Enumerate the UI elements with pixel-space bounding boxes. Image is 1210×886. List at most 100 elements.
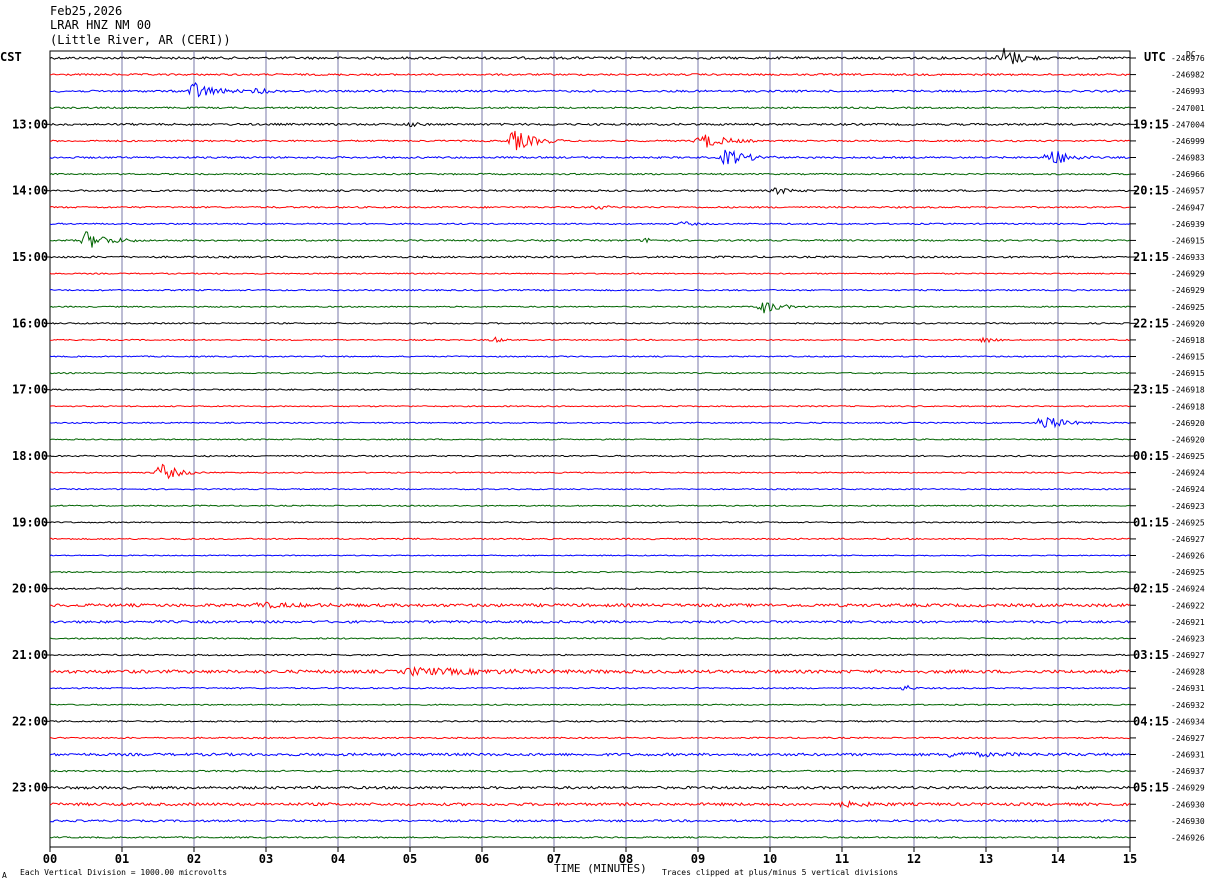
x-tick-label: 13 — [979, 852, 993, 866]
dc-offset-label: -246920 — [1171, 419, 1205, 428]
x-tick-label: 15 — [1123, 852, 1137, 866]
dc-offset-label: -246931 — [1171, 684, 1205, 693]
right-hour-label: 19:15 — [1133, 117, 1169, 131]
trace-row — [49, 751, 1131, 758]
dc-offset-label: -246924 — [1171, 585, 1205, 594]
trace-row — [49, 149, 1131, 166]
right-hour-label: 23:15 — [1133, 383, 1169, 397]
plot-frame — [49, 50, 1131, 848]
left-hour-label: 22:00 — [12, 714, 48, 728]
dc-offset-label: -246929 — [1171, 784, 1205, 793]
trace-row — [49, 231, 1131, 248]
x-tick-label: 10 — [763, 852, 777, 866]
trace-row — [49, 405, 1131, 408]
trace-row — [49, 172, 1131, 176]
trace-row — [49, 302, 1131, 314]
dc-offset-label: -246934 — [1171, 717, 1205, 726]
dc-offset-label: -246999 — [1171, 137, 1205, 146]
x-tick-label: 01 — [115, 852, 129, 866]
dc-offset-label: -246924 — [1171, 469, 1205, 478]
dc-offset-label: -246931 — [1171, 751, 1205, 760]
trace-row — [49, 106, 1131, 110]
x-tick-label: 02 — [187, 852, 201, 866]
right-hour-label: 22:15 — [1133, 316, 1169, 330]
left-hour-label: 23:00 — [12, 781, 48, 795]
x-tick-label: 12 — [907, 852, 921, 866]
dc-offset-label: -246915 — [1171, 369, 1205, 378]
right-hour-label: 02:15 — [1133, 582, 1169, 596]
dc-offset-label: -246923 — [1171, 634, 1205, 643]
left-hour-label: 14:00 — [12, 184, 48, 198]
scale-note: Each Vertical Division = 1000.00 microvo… — [20, 868, 228, 877]
dc-offset-label: -246982 — [1171, 71, 1205, 80]
dc-offset-label: -246927 — [1171, 734, 1205, 743]
trace-row — [49, 665, 1131, 677]
x-tick-label: 09 — [691, 852, 705, 866]
left-hour-label: 15:00 — [12, 250, 48, 264]
trace-row — [49, 121, 1131, 128]
x-tick-label: 14 — [1051, 852, 1065, 866]
trace-row — [50, 82, 1131, 98]
dc-offset-label: -246920 — [1171, 435, 1205, 444]
trace-row — [49, 388, 1131, 392]
dc-offset-label: -246925 — [1171, 303, 1205, 312]
right-hour-label: 01:15 — [1133, 515, 1169, 529]
trace-row — [49, 130, 1131, 151]
x-tick-label: 00 — [43, 852, 57, 866]
dc-offset-label: -246921 — [1171, 618, 1205, 627]
trace-row — [49, 736, 1131, 740]
dc-offset-label: -246915 — [1171, 353, 1205, 362]
left-hour-label: 20:00 — [12, 582, 48, 596]
trace-row — [49, 255, 1131, 259]
dc-offset-label: -246947 — [1171, 203, 1205, 212]
trace-row — [49, 454, 1131, 458]
dc-offset-label: -246918 — [1171, 386, 1205, 395]
left-hour-label: 21:00 — [12, 648, 48, 662]
trace-row — [49, 537, 1131, 541]
x-tick-label: 05 — [403, 852, 417, 866]
x-tick-label: 04 — [331, 852, 345, 866]
right-hour-label: 03:15 — [1133, 648, 1169, 662]
dc-offset-label: -246925 — [1171, 452, 1205, 461]
dc-offset-label: -246939 — [1171, 220, 1205, 229]
dc-offset-label: -246957 — [1171, 187, 1205, 196]
trace-row — [49, 799, 1131, 809]
trace-row — [49, 554, 1131, 557]
trace-row — [49, 417, 1131, 429]
trace-row — [49, 487, 1131, 491]
dc-offset-label: -246926 — [1171, 552, 1205, 561]
trace-row — [49, 288, 1131, 292]
trace-row — [49, 272, 1131, 275]
trace-row — [49, 336, 1131, 344]
trace-row — [49, 637, 1131, 640]
dc-offset-label: -246918 — [1171, 336, 1205, 345]
trace-row — [49, 819, 1131, 823]
trace-row — [49, 221, 1131, 226]
dc-offset-label: -246932 — [1171, 701, 1205, 710]
left-hour-label: 19:00 — [12, 515, 48, 529]
trace-row — [49, 570, 1131, 574]
dc-offset-label: -246976 — [1171, 54, 1205, 63]
dc-offset-label: -246933 — [1171, 253, 1205, 262]
dc-offset-label: -247004 — [1171, 120, 1205, 129]
dc-offset-label: -246925 — [1171, 568, 1205, 577]
dc-offset-label: -246920 — [1171, 319, 1205, 328]
trace-row — [49, 521, 1131, 524]
x-tick-label: 06 — [475, 852, 489, 866]
dc-offset-label: -246929 — [1171, 286, 1205, 295]
dc-offset-label: -246922 — [1171, 601, 1205, 610]
trace-row — [49, 187, 1131, 196]
dc-offset-label: -246925 — [1171, 518, 1205, 527]
x-axis-label: TIME (MINUTES) — [554, 862, 647, 875]
trace-row — [49, 205, 1131, 210]
dc-offset-label: -246926 — [1171, 833, 1205, 842]
left-hour-label: 18:00 — [12, 449, 48, 463]
right-hour-label: 05:15 — [1133, 781, 1169, 795]
dc-offset-label: -246924 — [1171, 485, 1205, 494]
left-hour-label: 17:00 — [12, 383, 48, 397]
trace-row — [49, 321, 1131, 325]
trace-row — [49, 684, 1131, 691]
x-tick-label: 11 — [835, 852, 849, 866]
trace-row — [49, 371, 1130, 375]
dc-offset-label: -246918 — [1171, 402, 1205, 411]
